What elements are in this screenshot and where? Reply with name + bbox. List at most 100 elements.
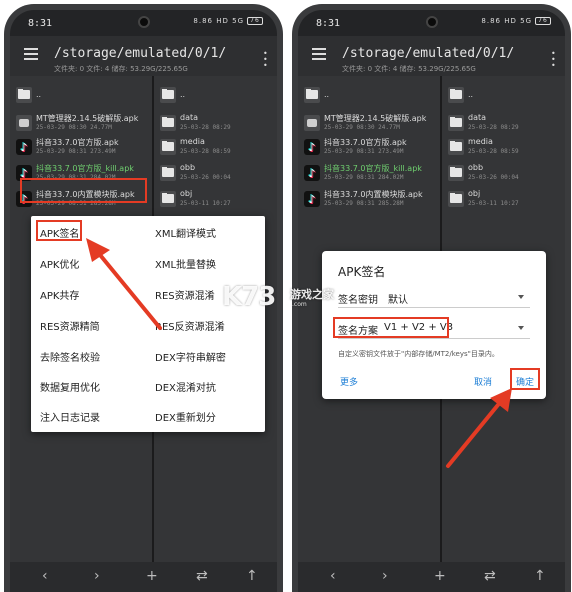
status-icons: 8.86 HD 5G 76: [481, 17, 551, 25]
menu-item-apk-optimize[interactable]: APK优化: [40, 256, 79, 271]
forward-icon[interactable]: ›: [382, 568, 388, 584]
list-item[interactable]: 抖音33.7.0内置模块版.apk 25-03-29 08:31 285.28M: [304, 188, 436, 212]
menu-item-apk-coexist[interactable]: APK共存: [40, 287, 79, 302]
list-item[interactable]: obb 25-03-26 00:04: [160, 162, 273, 186]
folder-icon: [448, 115, 464, 131]
menu-item-inject-log[interactable]: 注入日志记录: [40, 409, 100, 424]
folder-icon: [160, 139, 176, 155]
list-item[interactable]: MT管理器2.14.5破解版.apk 25-03-29 08:30 24.77M: [304, 112, 436, 136]
sign-key-select[interactable]: 默认: [388, 291, 408, 306]
forward-icon[interactable]: ›: [94, 568, 100, 584]
menu-item-res-obfuscate[interactable]: RES资源混淆: [155, 287, 215, 302]
dialog-title: APK签名: [338, 265, 386, 279]
folder-icon: [160, 115, 176, 131]
hamburger-menu-icon[interactable]: [312, 48, 326, 60]
file-name: ..: [36, 90, 42, 99]
file-meta: 25-03-11 10:27: [180, 200, 231, 207]
menu-item-res-slim[interactable]: RES资源精简: [40, 318, 100, 333]
file-name: obj: [180, 189, 193, 198]
file-meta: 25-03-28 08:59: [180, 148, 231, 155]
app-bar: /storage/emulated/0/1/ 文件夹: 0 文件: 4 储存: …: [298, 36, 565, 76]
up-icon[interactable]: ↑: [246, 568, 258, 584]
up-icon[interactable]: ↑: [534, 568, 546, 584]
file-meta: 25-03-11 10:27: [468, 200, 519, 207]
file-meta: 25-03-29 08:31 273.49M: [324, 148, 404, 155]
menu-item-dex-string-decrypt[interactable]: DEX字符串解密: [155, 349, 226, 364]
list-item[interactable]: data 25-03-28 08:29: [160, 112, 273, 136]
folder-icon: [448, 165, 464, 181]
camera-icon: [425, 16, 438, 28]
hamburger-menu-icon[interactable]: [24, 48, 38, 60]
folder-icon: [160, 191, 176, 207]
tiktok-icon: [304, 139, 320, 155]
add-icon[interactable]: +: [434, 568, 446, 584]
menu-item-remove-sign-check[interactable]: 去除签名校验: [40, 349, 100, 364]
menu-item-xml-batch-replace[interactable]: XML批量替换: [155, 256, 216, 271]
file-name: ..: [324, 90, 330, 99]
file-name: 抖音33.7.0官方版.apk: [324, 138, 407, 147]
list-item[interactable]: ..: [160, 84, 273, 108]
dialog-note: 自定义密钥文件放于"内部存储/MT2/keys"目录内。: [338, 350, 499, 358]
more-button[interactable]: 更多: [340, 375, 358, 388]
watermark-text: 游戏之家: [290, 288, 334, 301]
file-name: ..: [180, 90, 186, 99]
list-item[interactable]: media 25-03-28 08:59: [160, 136, 273, 160]
list-item[interactable]: 抖音33.7.0官方版.apk 25-03-29 08:31 273.49M: [304, 136, 436, 160]
back-icon[interactable]: ‹: [42, 568, 48, 584]
folder-icon: [16, 87, 32, 103]
file-name: obj: [468, 189, 481, 198]
list-item[interactable]: ..: [448, 84, 561, 108]
menu-item-dex-anti-obfuscate[interactable]: DEX混淆对抗: [155, 379, 216, 394]
cancel-button[interactable]: 取消: [474, 375, 492, 388]
battery-icon: 76: [535, 17, 551, 25]
apk-icon: [16, 115, 32, 131]
watermark-brand: K73: [222, 282, 276, 312]
list-item[interactable]: ..: [16, 84, 148, 108]
list-item[interactable]: media 25-03-28 08:59: [448, 136, 561, 160]
file-name: 抖音33.7.0官方版_kill.apk: [36, 164, 134, 173]
list-item[interactable]: obb 25-03-26 00:04: [448, 162, 561, 186]
list-item[interactable]: ..: [304, 84, 436, 108]
file-name: 抖音33.7.0官方版_kill.apk: [324, 164, 422, 173]
file-name: MT管理器2.14.5破解版.apk: [36, 114, 139, 123]
list-item[interactable]: MT管理器2.14.5破解版.apk 25-03-29 08:30 24.77M: [16, 112, 148, 136]
list-item[interactable]: 抖音33.7.0官方版.apk 25-03-29 08:31 273.49M: [16, 136, 148, 160]
file-meta: 25-03-28 08:29: [468, 124, 519, 131]
chevron-down-icon[interactable]: [518, 295, 524, 299]
ok-button-highlight: [510, 368, 540, 390]
bottom-toolbar: ‹ › + ⇄ ↑: [10, 562, 277, 592]
apk-sign-highlight: [36, 220, 82, 241]
add-icon[interactable]: +: [146, 568, 158, 584]
more-options-icon[interactable]: [551, 50, 555, 68]
file-meta: 25-03-29 08:31 284.02M: [324, 174, 404, 181]
file-name: data: [468, 113, 487, 122]
list-item[interactable]: data 25-03-28 08:29: [448, 112, 561, 136]
list-item[interactable]: obj 25-03-11 10:27: [160, 188, 273, 212]
path-title: /storage/emulated/0/1/: [54, 46, 227, 61]
file-meta: 25-03-29 08:31 273.49M: [36, 148, 116, 155]
folder-icon: [448, 139, 464, 155]
list-item[interactable]: 抖音33.7.0官方版_kill.apk 25-03-29 08:31 284.…: [304, 162, 436, 186]
folder-icon: [304, 87, 320, 103]
file-meta: 25-03-29 08:30 24.77M: [36, 124, 112, 131]
menu-item-xml-translate[interactable]: XML翻译模式: [155, 225, 216, 240]
status-bar: 8:31 8.86 HD 5G 76: [10, 10, 277, 36]
signal-icon: 8.86 HD 5G: [481, 17, 532, 25]
sign-scheme-highlight: [333, 317, 449, 338]
path-subtitle: 文件夹: 0 文件: 4 储存: 53.29G/225.65G: [342, 65, 476, 73]
status-bar: 8:31 8.86 HD 5G 76: [298, 10, 565, 36]
folder-icon: [448, 87, 464, 103]
swap-panes-icon[interactable]: ⇄: [484, 568, 496, 584]
menu-item-dex-repartition[interactable]: DEX重新划分: [155, 409, 216, 424]
menu-item-data-reuse[interactable]: 数据复用优化: [40, 379, 100, 394]
back-icon[interactable]: ‹: [330, 568, 336, 584]
status-time: 8:31: [316, 18, 341, 29]
swap-panes-icon[interactable]: ⇄: [196, 568, 208, 584]
more-options-icon[interactable]: [263, 50, 267, 68]
list-item[interactable]: obj 25-03-11 10:27: [448, 188, 561, 212]
menu-item-res-deobfuscate[interactable]: RES反资源混淆: [155, 318, 225, 333]
file-name: media: [180, 137, 205, 146]
file-name: MT管理器2.14.5破解版.apk: [324, 114, 427, 123]
file-name: ..: [468, 90, 474, 99]
chevron-down-icon[interactable]: [518, 326, 524, 330]
